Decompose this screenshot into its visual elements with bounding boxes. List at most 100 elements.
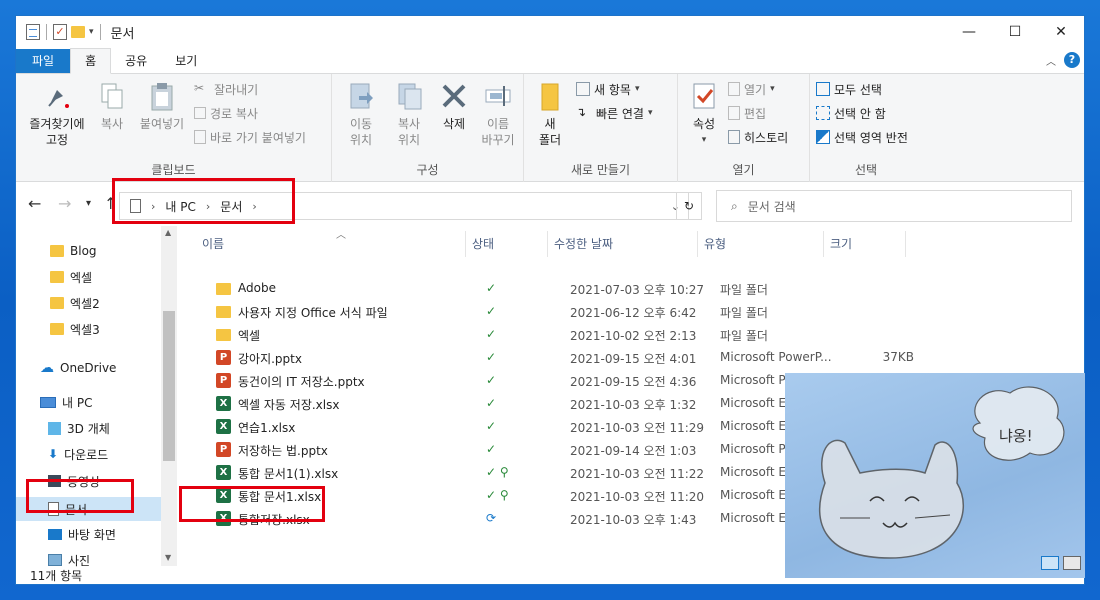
help-icon[interactable]: ? bbox=[1064, 52, 1080, 68]
cat-illustration-overlay: 냐옹! bbox=[785, 373, 1085, 578]
new-folder-label: 새 폴더 bbox=[538, 117, 562, 147]
move-to-label: 이동 위치 bbox=[349, 117, 373, 147]
scroll-down-icon[interactable]: ▼ bbox=[165, 553, 171, 562]
file-row[interactable]: 엑셀 ✓ 2021-10-02 오전 2:13 파일 폴더 bbox=[196, 323, 926, 346]
tab-share[interactable]: 공유 bbox=[111, 49, 161, 73]
nav-item-3d-objects[interactable]: 3D 개체 bbox=[16, 416, 161, 440]
nav-item-desktop[interactable]: 바탕 화면 bbox=[16, 522, 161, 546]
properties-button[interactable]: 속성 ▾ bbox=[684, 80, 724, 148]
properties-icon[interactable] bbox=[26, 24, 40, 40]
delete-x-icon bbox=[438, 80, 470, 112]
recent-locations-chevron-icon[interactable]: ▾ bbox=[86, 198, 91, 209]
column-header-type[interactable]: 유형 bbox=[698, 231, 824, 257]
close-button[interactable]: ✕ bbox=[1038, 16, 1084, 48]
nav-item-this-pc[interactable]: 내 PC bbox=[16, 390, 161, 414]
easy-access-icon: ↴ bbox=[576, 105, 587, 119]
new-folder-icon[interactable] bbox=[71, 26, 85, 38]
checkmark-icon[interactable]: ✓ bbox=[53, 24, 67, 40]
nav-item-onedrive[interactable]: ☁ OneDrive bbox=[16, 356, 161, 380]
tab-home[interactable]: 홈 bbox=[70, 48, 112, 74]
delete-button[interactable]: 삭제 bbox=[436, 80, 472, 132]
paste-button[interactable]: 붙여넣기 bbox=[134, 80, 190, 132]
folder-icon bbox=[50, 245, 64, 257]
tab-file[interactable]: 파일 bbox=[16, 49, 71, 73]
file-date: 2021-10-02 오전 2:13 bbox=[570, 329, 697, 343]
copy-to-button[interactable]: 복사 위치 bbox=[386, 80, 432, 148]
divider bbox=[99, 24, 101, 40]
excel-icon: X bbox=[216, 396, 231, 411]
copy-label: 복사 bbox=[100, 117, 124, 131]
file-row[interactable]: Adobe ✓ 2021-07-03 오후 10:27 파일 폴더 bbox=[196, 277, 926, 300]
move-to-button[interactable]: 이동 위치 bbox=[338, 80, 384, 148]
select-all-label: 모두 선택 bbox=[834, 82, 882, 97]
search-input[interactable]: ⌕ 문서 검색 bbox=[716, 190, 1072, 222]
nav-item-downloads[interactable]: ⬇ 다운로드 bbox=[16, 442, 161, 466]
invert-selection-button[interactable]: 선택 영역 반전 bbox=[816, 126, 908, 148]
file-name: Adobe bbox=[238, 281, 276, 295]
file-row[interactable]: P 강아지.pptx ✓ 2021-09-15 오전 4:01 Microsoft Po… bbox=[196, 346, 926, 369]
nav-item-blog[interactable]: Blog bbox=[16, 239, 161, 263]
select-all-button[interactable]: 모두 선택 bbox=[816, 78, 882, 100]
desktop-icon bbox=[48, 528, 62, 540]
cut-button[interactable]: ✂ 잘라내기 bbox=[194, 78, 258, 100]
customize-toolbar-chevron-icon[interactable]: ▾ bbox=[89, 27, 94, 37]
nav-item-excel2[interactable]: 엑셀2 bbox=[16, 291, 161, 315]
large-icons-view-icon[interactable] bbox=[1063, 556, 1081, 570]
column-header-status[interactable]: 상태 bbox=[466, 231, 548, 257]
forward-arrow-icon[interactable]: → bbox=[58, 194, 71, 213]
file-row[interactable]: 사용자 지정 Office 서식 파일 ✓ 2021-06-12 오후 6:42 파일… bbox=[196, 300, 926, 323]
refresh-button[interactable]: ↻ bbox=[676, 192, 702, 220]
column-header-date[interactable]: 수정한 날짜 bbox=[548, 231, 698, 257]
refresh-icon: ↻ bbox=[683, 199, 695, 213]
scrollbar-thumb[interactable] bbox=[163, 311, 175, 461]
rename-button[interactable]: 이름 바꾸기 bbox=[476, 80, 520, 148]
maximize-button[interactable]: ☐ bbox=[992, 16, 1038, 48]
excel-icon: X bbox=[216, 419, 231, 434]
expand-ribbon-chevron-icon[interactable]: ︿ bbox=[1046, 53, 1056, 68]
file-type: Microsoft PowerP... bbox=[720, 350, 832, 364]
easy-access-button[interactable]: ↴ 빠른 연결 ▾ bbox=[576, 102, 653, 124]
select-none-button[interactable]: 선택 안 함 bbox=[816, 102, 886, 124]
picture-icon bbox=[48, 554, 62, 566]
open-icon bbox=[728, 82, 740, 96]
sync-icon: ⟳ bbox=[486, 511, 497, 525]
column-header-name[interactable]: 이름 bbox=[196, 231, 466, 257]
file-name: 연습1.xlsx bbox=[238, 421, 296, 435]
minimize-button[interactable]: — bbox=[946, 16, 992, 48]
file-name: 동건이의 IT 저장소.pptx bbox=[238, 375, 365, 389]
edit-label: 편집 bbox=[744, 106, 767, 121]
nav-item-excel3[interactable]: 엑셀3 bbox=[16, 317, 161, 341]
scissors-icon: ✂ bbox=[194, 81, 205, 95]
file-name: 통합 문서1(1).xlsx bbox=[238, 467, 339, 481]
paste-shortcut-button[interactable]: 바로 가기 붙여넣기 bbox=[194, 126, 306, 148]
edit-button[interactable]: 편집 bbox=[728, 102, 766, 124]
speech-bubble-text: 냐옹! bbox=[999, 427, 1033, 445]
scroll-up-icon[interactable]: ▲ bbox=[165, 228, 171, 237]
copy-button[interactable]: 복사 bbox=[94, 80, 130, 132]
copy-path-button[interactable]: 경로 복사 bbox=[194, 102, 258, 124]
tab-view[interactable]: 보기 bbox=[161, 49, 211, 73]
clipboard-icon bbox=[146, 80, 178, 112]
nav-scrollbar[interactable]: ▲ ▼ bbox=[161, 226, 177, 566]
pin-to-quick-access-button[interactable]: 즐겨찾기에 고정 bbox=[22, 80, 92, 148]
title-bar: ✓ ▾ 문서 — ☐ ✕ bbox=[16, 16, 1084, 48]
pin-icon bbox=[41, 80, 73, 112]
ribbon-tabs: 파일 홈 공유 보기 ︿ ? bbox=[16, 48, 1084, 74]
open-button[interactable]: 열기 ▾ bbox=[728, 78, 775, 100]
item-count: 11개 항목 bbox=[30, 569, 83, 583]
rename-icon bbox=[482, 80, 514, 112]
nav-item-excel[interactable]: 엑셀 bbox=[16, 265, 161, 289]
history-button[interactable]: 히스토리 bbox=[728, 126, 788, 148]
details-view-icon[interactable] bbox=[1041, 556, 1059, 570]
highlight-box-file bbox=[179, 486, 325, 522]
nav-item-label: 엑셀3 bbox=[70, 322, 100, 337]
column-header-size[interactable]: 크기 bbox=[824, 231, 906, 257]
new-folder-button[interactable]: 새 폴더 bbox=[532, 80, 568, 148]
file-name: 사용자 지정 Office 서식 파일 bbox=[238, 306, 388, 320]
history-icon bbox=[728, 130, 740, 144]
new-item-button[interactable]: 새 항목 ▾ bbox=[576, 78, 639, 100]
easy-access-label: 빠른 연결 bbox=[596, 106, 644, 121]
back-arrow-icon[interactable]: ← bbox=[28, 194, 41, 213]
file-date: 2021-07-03 오후 10:27 bbox=[570, 283, 705, 297]
powerpoint-icon: P bbox=[216, 373, 231, 388]
